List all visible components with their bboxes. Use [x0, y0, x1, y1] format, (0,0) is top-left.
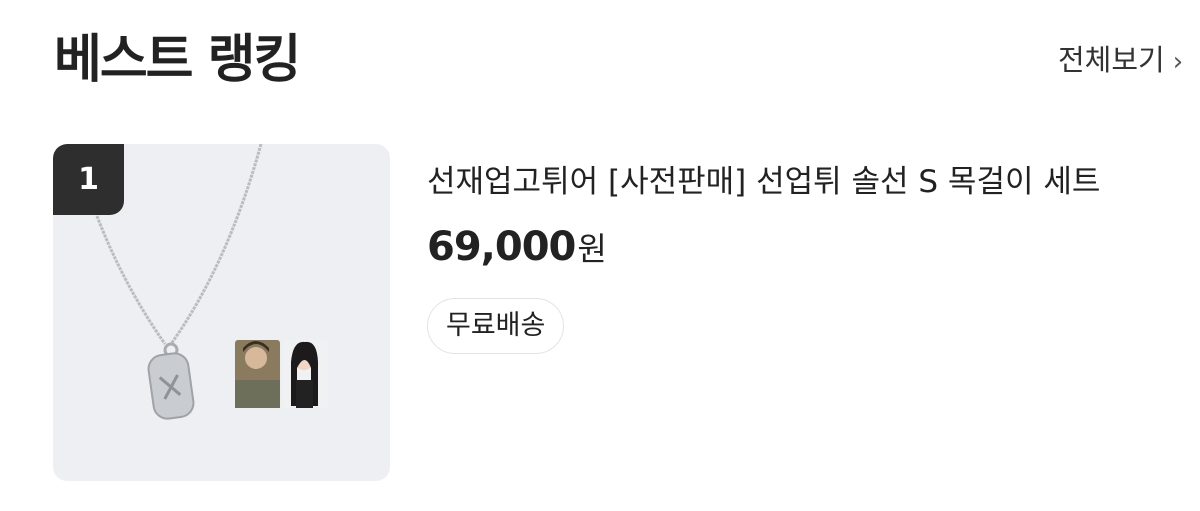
chevron-right-icon: › — [1172, 47, 1184, 77]
product-price: 69,000원 — [427, 222, 607, 280]
price-currency: 원 — [577, 230, 607, 268]
product-thumbnail[interactable]: 1 — [53, 144, 390, 481]
price-amount: 69,000 — [427, 224, 576, 270]
ranking-product-item[interactable]: 1 선재업고튀어 [사전판매] 선업튀 솔선 S 목걸이 세트 69,000원 … — [53, 144, 1200, 482]
view-all-label: 전체보기 — [1058, 43, 1165, 77]
view-all-link[interactable]: 전체보기 › — [1058, 38, 1183, 84]
rank-badge: 1 — [53, 144, 124, 215]
product-name[interactable]: 선재업고튀어 [사전판매] 선업튀 솔선 S 목걸이 세트 — [427, 160, 1200, 204]
section-title: 베스트 랭킹 — [54, 30, 301, 90]
free-shipping-badge: 무료배송 — [427, 298, 565, 354]
